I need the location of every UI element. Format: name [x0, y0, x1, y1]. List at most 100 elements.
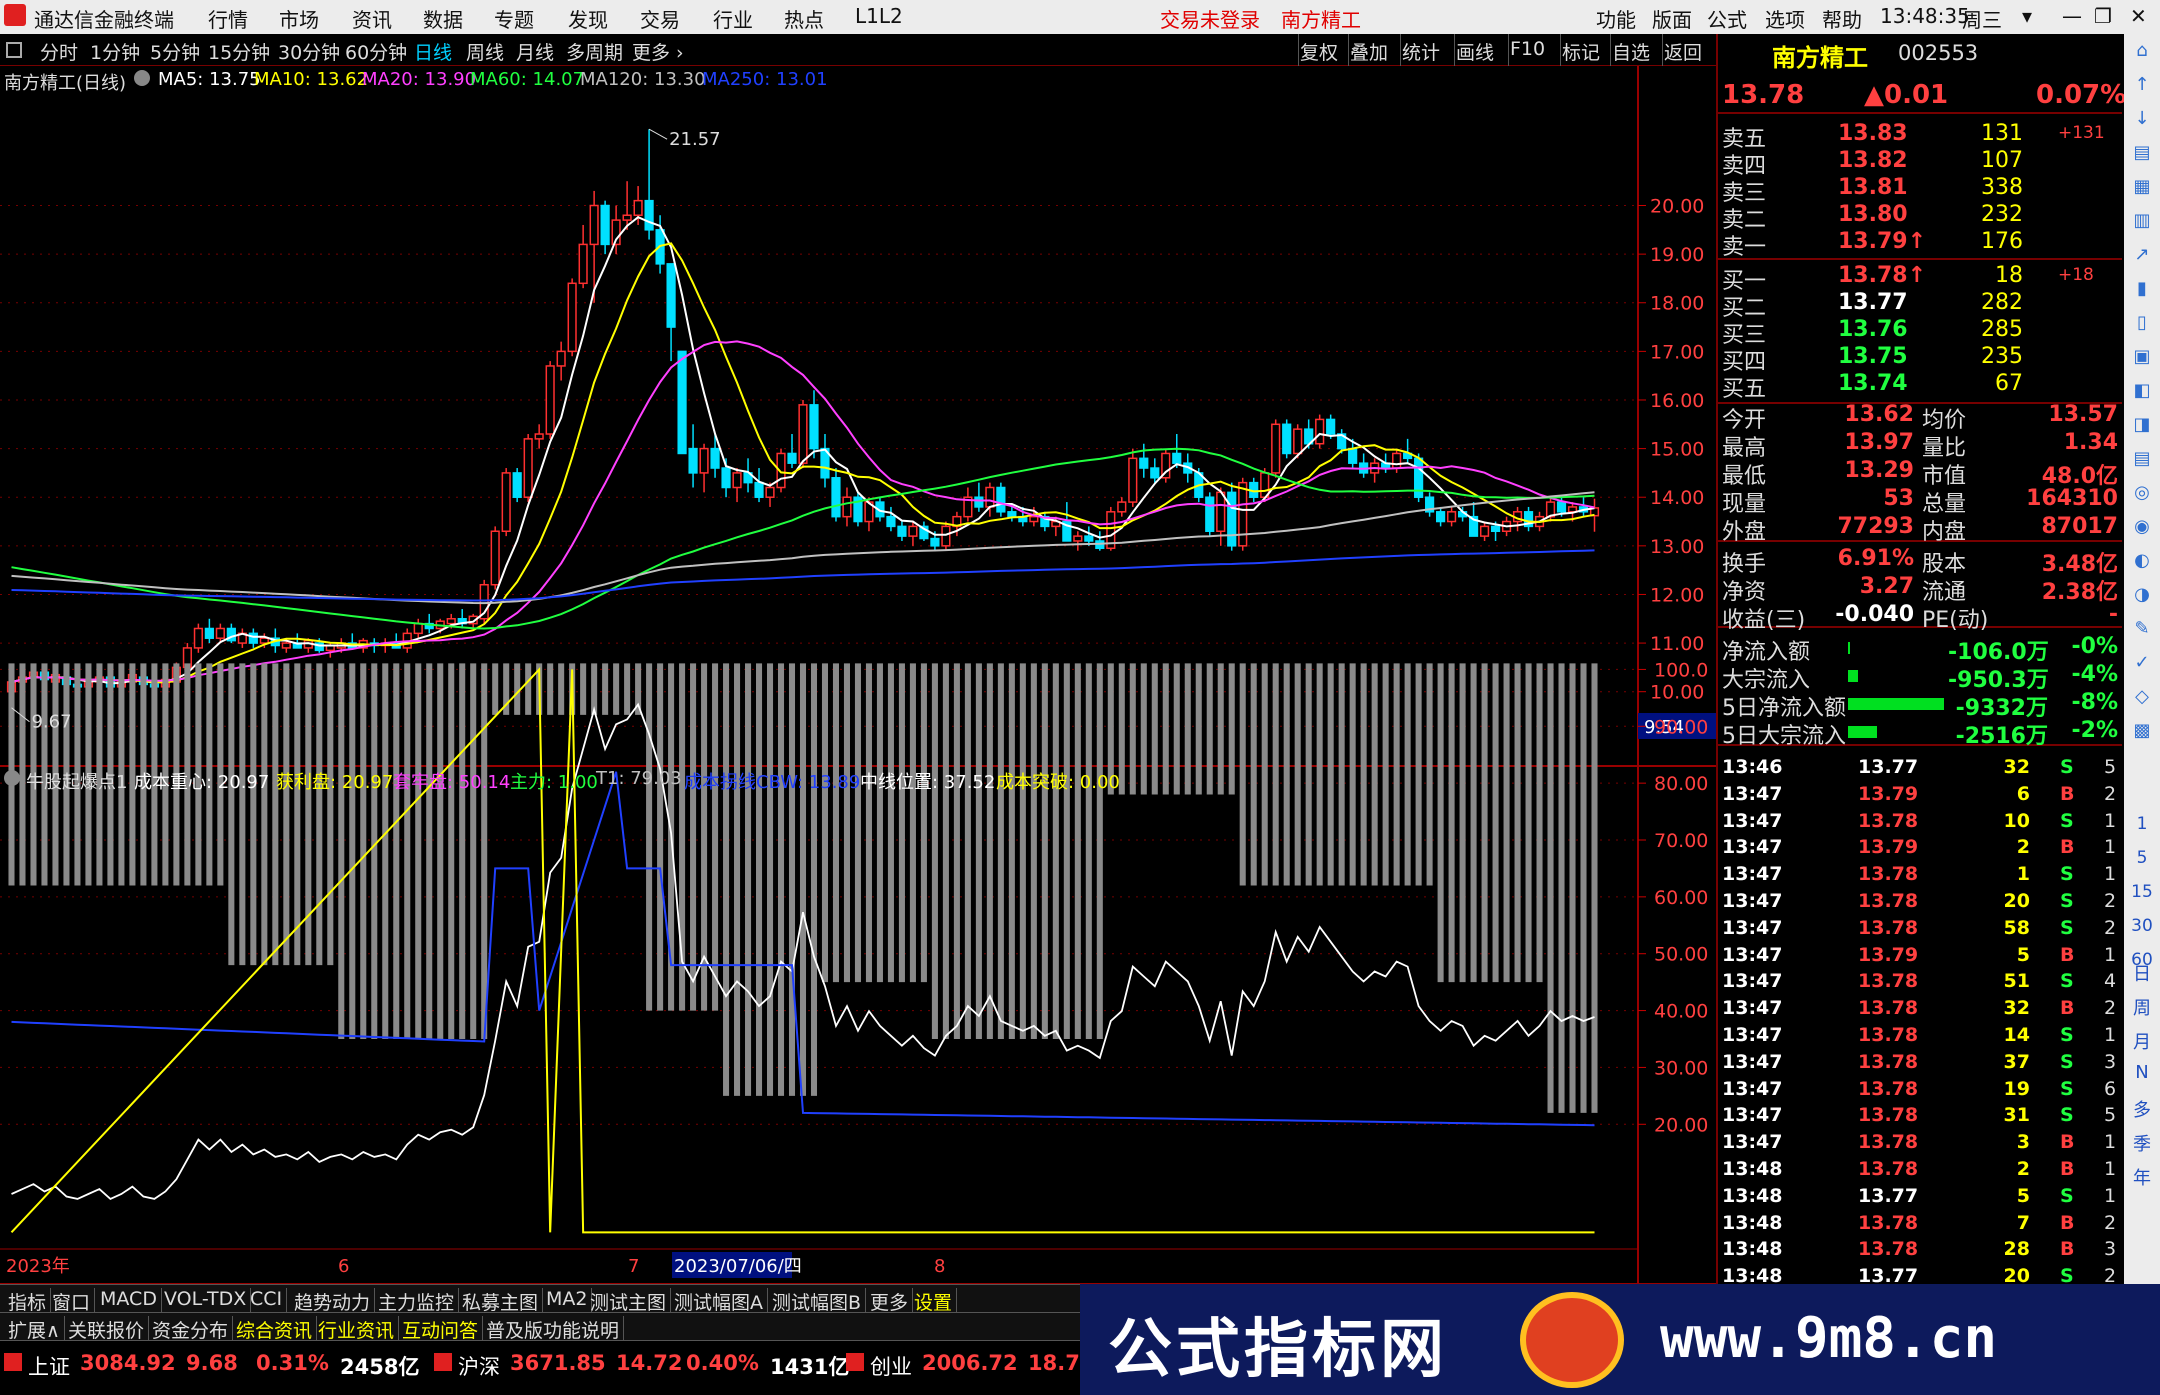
side-tool-icon[interactable]: ◐ — [2130, 550, 2154, 574]
tick-list[interactable]: 13:46 13.77 32 S 5 13:47 13.79 6 B 2 13:47 13.78 10 S… — [1718, 756, 2122, 1284]
menu-8[interactable]: 行业 — [713, 4, 753, 33]
menu-2[interactable]: 市场 — [279, 4, 319, 33]
side-tool-icon[interactable]: ◇ — [2130, 686, 2154, 710]
side-tool-icon[interactable]: ↑ — [2130, 74, 2154, 98]
side-tool-icon[interactable]: ◨ — [2130, 414, 2154, 438]
sub-settings-icon[interactable] — [4, 770, 20, 786]
tick-count: 6 — [2104, 1077, 2117, 1100]
login-notice[interactable]: 交易未登录 — [1160, 4, 1260, 33]
side-cycle-5[interactable]: 多 — [2124, 1096, 2160, 1122]
side-tool-icon[interactable]: ◎ — [2130, 482, 2154, 506]
right-menu-2[interactable]: 版面 — [1652, 4, 1692, 33]
tick-volume: 32 — [2003, 997, 2030, 1020]
side-cycle-3[interactable]: 月 — [2124, 1028, 2160, 1054]
index-name[interactable]: 创业 — [870, 1351, 912, 1381]
candle-body — [281, 642, 291, 649]
flow-bar — [1848, 726, 1877, 738]
right-menu-1[interactable]: 功能 — [1596, 4, 1636, 33]
candle-body — [677, 350, 687, 455]
period-tab-1[interactable]: 分时 — [40, 38, 78, 65]
right-menu-5[interactable]: 帮助 — [1822, 4, 1862, 33]
side-cycle-1[interactable]: 日 — [2124, 960, 2160, 986]
tick-count: 2 — [2104, 1211, 2117, 1234]
toolbar-btn-8[interactable]: 返回 — [1664, 38, 1702, 65]
side-tool-icon[interactable]: ⌂ — [2130, 40, 2154, 64]
side-period-1[interactable]: 1 — [2124, 814, 2160, 834]
toolbar-btn-1[interactable]: 复权 — [1300, 38, 1338, 65]
menu-6[interactable]: 发现 — [568, 4, 608, 33]
side-cycle-4[interactable]: N — [2124, 1062, 2160, 1083]
restore-icon[interactable]: ❐ — [2094, 4, 2112, 28]
side-tool-icon[interactable]: ▩ — [2130, 720, 2154, 744]
candle-body — [215, 627, 225, 639]
side-tool-icon[interactable]: ▤ — [2130, 448, 2154, 472]
tick-row: 13:48 13.78 2 B 1 — [1718, 1158, 2122, 1184]
menu-7[interactable]: 交易 — [640, 4, 680, 33]
side-tool-icon[interactable]: ▥ — [2130, 210, 2154, 234]
side-period-30[interactable]: 30 — [2124, 916, 2160, 936]
period-tab-3[interactable]: 5分钟 — [150, 38, 200, 65]
toolbar-btn-3[interactable]: 统计 — [1402, 38, 1440, 65]
side-cycle-2[interactable]: 周 — [2124, 994, 2160, 1020]
period-tab-4[interactable]: 15分钟 — [208, 38, 270, 65]
side-cycle-6[interactable]: 季 — [2124, 1130, 2160, 1156]
toolbar-btn-4[interactable]: 画线 — [1456, 38, 1494, 65]
tick-side: B — [2060, 1158, 2075, 1180]
book-price: 13.77 — [1838, 290, 1908, 315]
index-name[interactable]: 沪深 — [458, 1351, 500, 1381]
candle-body — [523, 438, 533, 498]
toolbar-btn-7[interactable]: 自选 — [1612, 38, 1650, 65]
tick-row: 13:48 13.77 20 S 2 — [1718, 1265, 2122, 1284]
minimize-icon[interactable]: — — [2062, 4, 2082, 28]
side-period-5[interactable]: 5 — [2124, 848, 2160, 868]
side-cycle-7[interactable]: 年 — [2124, 1164, 2160, 1190]
price-axis-label-5: 16.00 — [1650, 390, 1704, 412]
menu-4[interactable]: 数据 — [423, 4, 463, 33]
menu-3[interactable]: 资讯 — [352, 4, 392, 33]
side-tool-icon[interactable]: ✎ — [2130, 618, 2154, 642]
period-tab-10[interactable]: 多周期 — [566, 38, 623, 65]
menu-1[interactable]: 行情 — [208, 4, 248, 33]
period-tab-9[interactable]: 月线 — [516, 38, 554, 65]
side-tool-icon[interactable]: ◑ — [2130, 584, 2154, 608]
side-period-15[interactable]: 15 — [2124, 882, 2160, 902]
menu-5[interactable]: 专题 — [494, 4, 534, 33]
side-tool-icon[interactable]: ✓ — [2130, 652, 2154, 676]
period-tab-5[interactable]: 30分钟 — [278, 38, 340, 65]
toolbar-btn-5[interactable]: F10 — [1510, 38, 1545, 60]
date-label-1: 2023年 — [6, 1256, 70, 1277]
period-tab-2[interactable]: 1分钟 — [90, 38, 140, 65]
toolbar-btn-2[interactable]: 叠加 — [1350, 38, 1388, 65]
menu-10[interactable]: L1L2 — [855, 4, 903, 28]
tick-row: 13:48 13.77 5 S 1 — [1718, 1185, 2122, 1211]
book-price: 13.82 — [1838, 148, 1908, 173]
right-menu-4[interactable]: 选项 — [1765, 4, 1805, 33]
period-tab-11[interactable]: 更多 › — [632, 38, 684, 65]
sub-legend-2: 成本重心: 20.97 — [134, 772, 270, 793]
panel-toggle-icon[interactable] — [6, 42, 22, 58]
toolbar-btn-6[interactable]: 标记 — [1562, 38, 1600, 65]
dropdown-icon[interactable]: ▾ — [2022, 4, 2032, 28]
side-tool-icon[interactable]: ↓ — [2130, 108, 2154, 132]
close-icon[interactable]: ✕ — [2130, 4, 2147, 28]
side-tool-icon[interactable]: ↗ — [2130, 244, 2154, 268]
side-tool-icon[interactable]: ▮ — [2130, 278, 2154, 302]
tick-row: 13:47 13.78 31 S 5 — [1718, 1104, 2122, 1130]
side-tool-icon[interactable]: ◉ — [2130, 516, 2154, 540]
side-tool-icon[interactable]: ◧ — [2130, 380, 2154, 404]
right-menu-3[interactable]: 公式 — [1707, 4, 1747, 33]
side-tool-icon[interactable]: ▦ — [2130, 176, 2154, 200]
side-tool-icon[interactable]: ▯ — [2130, 312, 2154, 336]
period-tab-8[interactable]: 周线 — [466, 38, 504, 65]
settings-dot-icon[interactable] — [134, 70, 150, 86]
chart-stock-name: 南方精工(日线) — [4, 73, 127, 94]
period-tab-7[interactable]: 日线 — [414, 38, 452, 65]
side-tool-icon[interactable]: ▤ — [2130, 142, 2154, 166]
menu-9[interactable]: 热点 — [784, 4, 824, 33]
kline-chart[interactable]: 20.00 19.00 18.00 17.00 16.00 15.00 14.00 13.00… — [0, 66, 1716, 1284]
book-volume: 235 — [1981, 344, 2023, 369]
index-name[interactable]: 上证 — [28, 1351, 70, 1381]
indicator-tabs: 指标 窗口 MACD VOL-TDX CCI 趋势动力 主力监控 私募主图 MA2 测试主图 测试幅… — [0, 1284, 1080, 1316]
side-tool-icon[interactable]: ▣ — [2130, 346, 2154, 370]
period-tab-6[interactable]: 60分钟 — [345, 38, 407, 65]
